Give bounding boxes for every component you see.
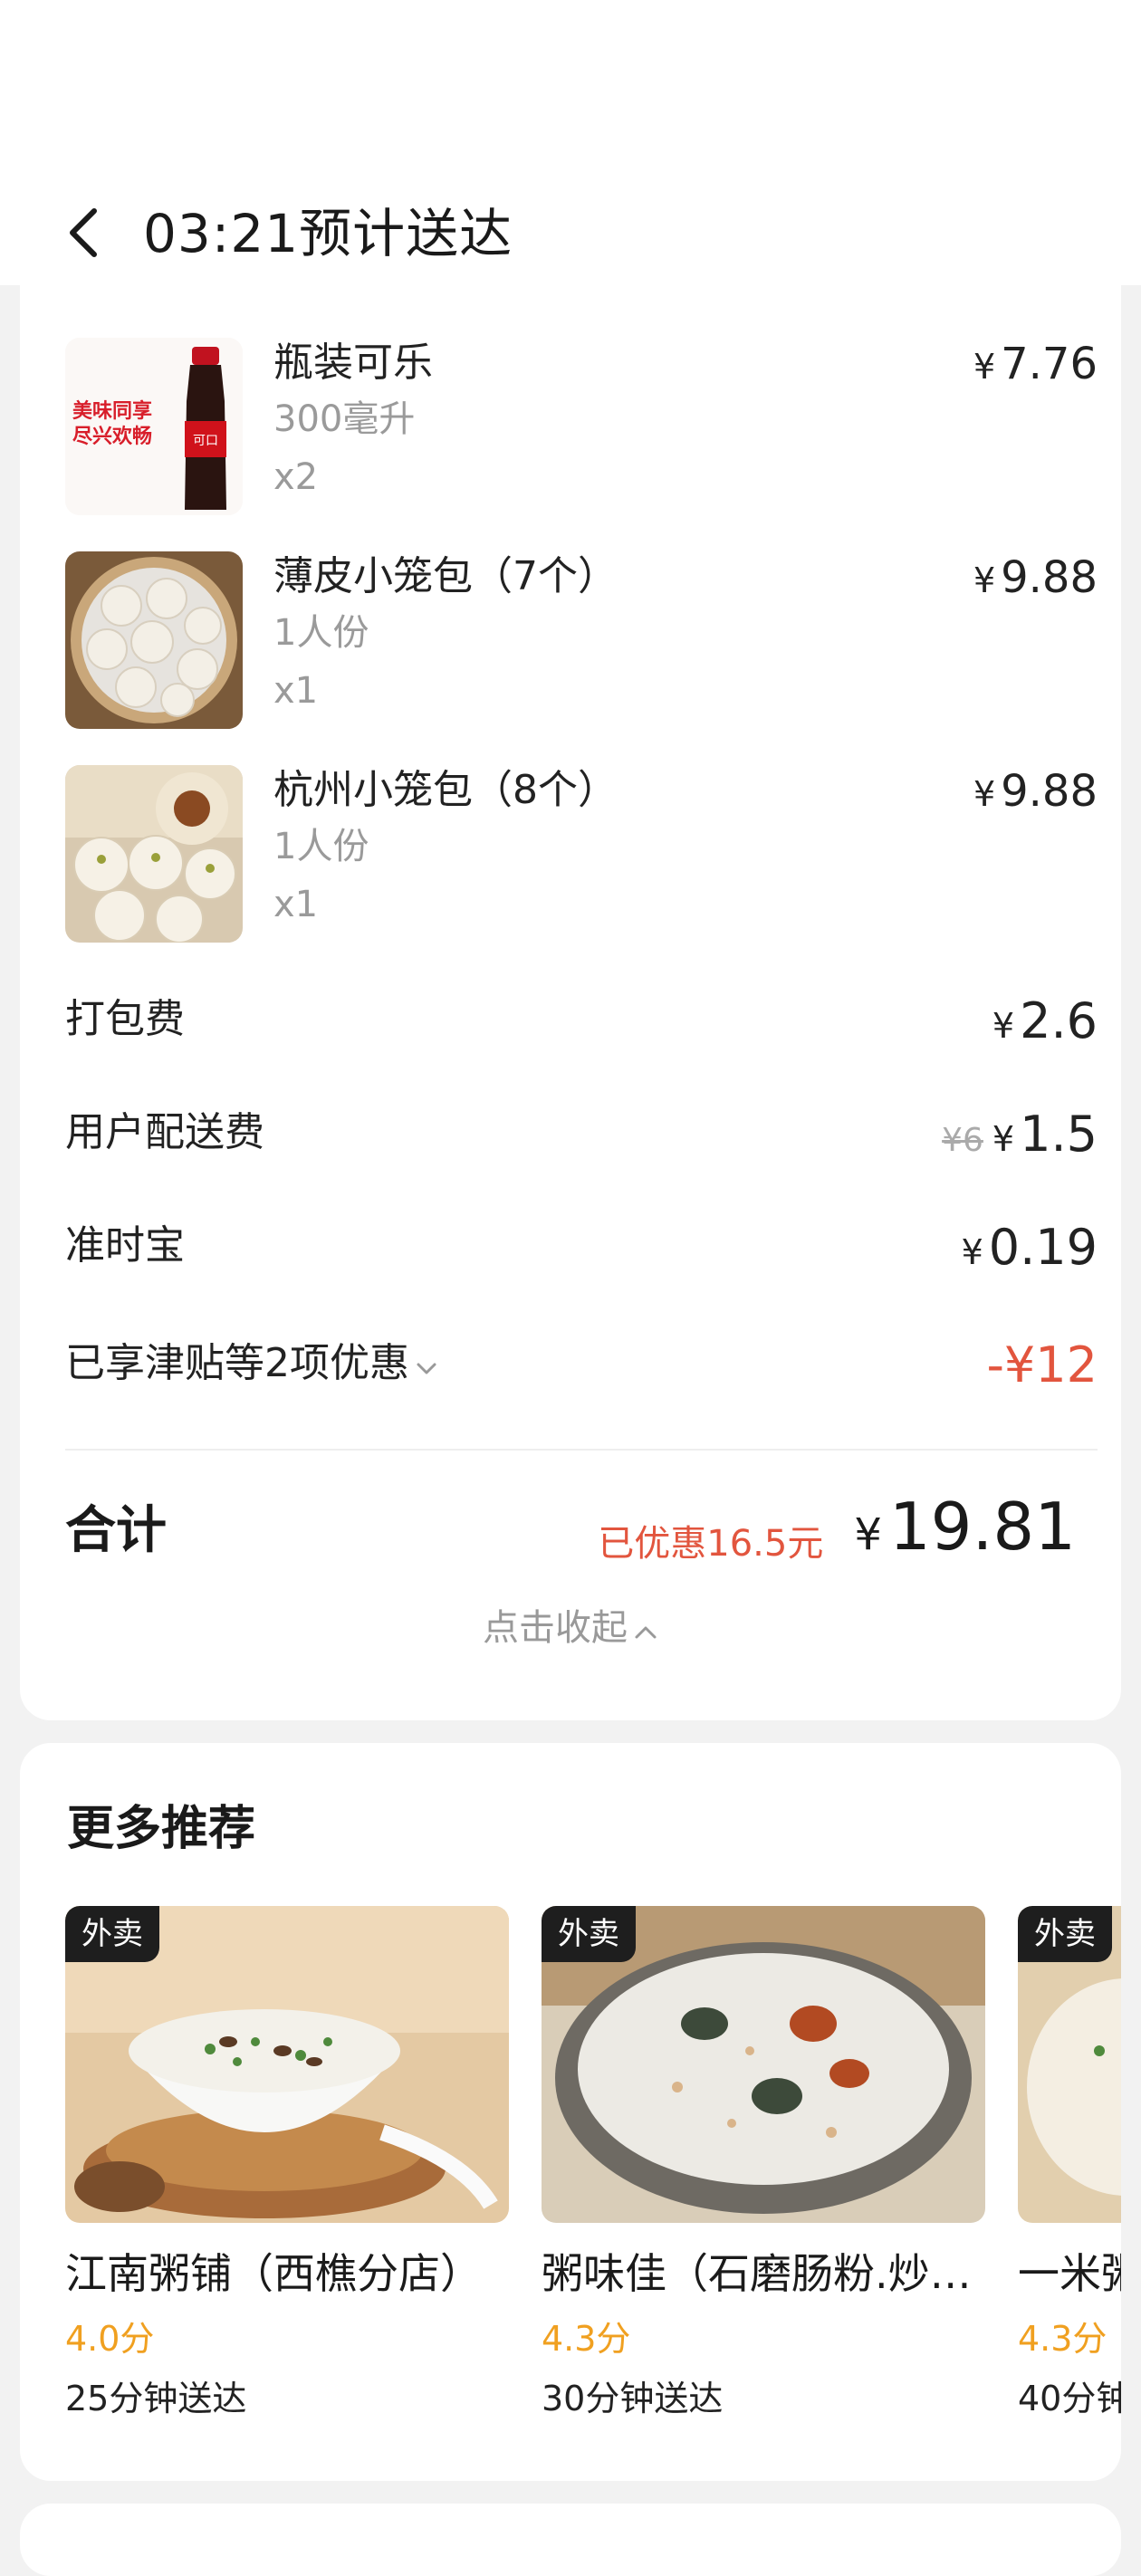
item-price: ¥7.76 [973,338,1098,393]
fee-label: 准时宝 [65,1222,185,1269]
chevron-down-icon [415,1337,438,1393]
takeout-tag: 外卖 [542,1906,636,1962]
store-rating: 4.0分 [65,2319,155,2359]
status-bar [0,0,1141,181]
xiaolongbao-steamer-image [65,551,243,729]
century-egg-congee-image: 外卖 [542,1906,985,2223]
back-arrow-icon [70,208,97,257]
congee-bowl-image: 外卖 [65,1906,509,2223]
ontime-guarantee-row: 准时宝 ¥0.19 [65,1218,1098,1281]
page-title: 03:21预计送达 [143,203,513,264]
store-rating: 4.3分 [542,2319,631,2359]
item-quantity: x1 [273,884,319,925]
item-quantity: x2 [273,456,319,498]
congee-bowl-image: 外卖 [1018,1906,1121,2223]
delivery-time: 40分钟送达 [1018,2379,1121,2418]
fee-label: 用户配送费 [65,1109,264,1155]
next-section-card [20,2504,1121,2576]
discount-label[interactable]: 已享津贴等2项优惠 [65,1336,438,1393]
fee-value: ¥2.6 [992,992,1098,1049]
total-price: ¥19.81 [854,1489,1076,1565]
currency-symbol: ¥ [992,1006,1015,1046]
item-spec: 1人份 [273,612,369,654]
cola-bottle-image: 可口 美味同享 尽兴欢畅 [65,338,243,515]
currency-symbol: ¥ [854,1509,882,1560]
currency-symbol: ¥ [992,1119,1015,1159]
collapse-button[interactable]: 点击收起 [20,1603,1121,1655]
item-price: ¥9.88 [973,765,1098,820]
item-spec: 1人份 [273,826,369,867]
currency-symbol: ¥ [973,347,996,387]
store-name: 一米粥 [1018,2249,1121,2298]
svg-text:尽兴欢畅: 尽兴欢畅 [72,425,152,448]
item-price-value: 9.88 [1001,766,1098,817]
item-name: 薄皮小笼包（7个） [273,553,618,599]
fee-label: 打包费 [65,996,185,1042]
store-card[interactable]: 外卖 江南粥铺（西樵分店） 4.0分 25分钟送达 [65,1906,509,2449]
item-name: 瓶装可乐 [273,340,433,386]
store-card[interactable]: 外卖 一米粥 4.3分 40分钟送达 [1018,1906,1121,2449]
item-price-value: 9.88 [1001,552,1098,603]
currency-symbol: ¥ [961,1232,983,1272]
divider [65,1449,1098,1451]
discount-value: -¥12 [986,1336,1098,1393]
currency-symbol: ¥ [973,560,996,600]
original-price: ¥6 [942,1122,983,1159]
svg-text:美味同享: 美味同享 [72,399,152,423]
item-name: 杭州小笼包（8个） [273,767,618,813]
delivery-time: 25分钟送达 [65,2379,247,2418]
recommendation-carousel[interactable]: 外卖 江南粥铺（西樵分店） 4.0分 25分钟送达 外卖 粥味佳（石磨肠粉.炒粉… [65,1906,1121,2467]
order-summary-card: 可口 美味同享 尽兴欢畅 瓶装可乐 300毫升 x2 ¥7.76 薄皮小笼包（7 [20,267,1121,1720]
section-title: 更多推荐 [67,1802,256,1856]
fee-value: ¥0.19 [961,1219,1098,1276]
store-name: 江南粥铺（西樵分店） [65,2249,482,2298]
saved-amount: 已优惠16.5元 [598,1523,824,1565]
delivery-time: 30分钟送达 [542,2379,724,2418]
total-label: 合计 [65,1501,167,1560]
packaging-fee-row: 打包费 ¥2.6 [65,991,1098,1055]
recommendations-card: 更多推荐 外卖 江南粥铺（西樵分店） 4.0分 25分钟送达 外卖 粥味佳（石磨… [20,1743,1121,2481]
hangzhou-buns-image [65,765,243,943]
item-price: ¥9.88 [973,551,1098,607]
chevron-up-icon [633,1604,658,1655]
store-rating: 4.3分 [1018,2319,1107,2359]
currency-symbol: ¥ [973,774,996,814]
back-button[interactable] [56,201,110,264]
total-summary: 已优惠16.5元 ¥19.81 [598,1490,1076,1571]
takeout-tag: 外卖 [1018,1906,1112,1962]
svg-text:可口: 可口 [193,434,218,448]
item-price-value: 7.76 [1001,339,1098,389]
item-quantity: x1 [273,670,319,712]
delivery-fee-row: 用户配送费 ¥6 ¥1.5 [65,1105,1098,1168]
takeout-tag: 外卖 [65,1906,159,1962]
fee-value: ¥6 ¥1.5 [942,1106,1098,1163]
store-name: 粥味佳（石磨肠粉.炒粉面） [542,2249,994,2298]
item-spec: 300毫升 [273,398,416,440]
order-item[interactable]: 可口 美味同享 尽兴欢畅 瓶装可乐 300毫升 x2 ¥7.76 [65,338,1098,519]
order-item[interactable]: 薄皮小笼包（7个） 1人份 x1 ¥9.88 [65,551,1098,733]
store-card[interactable]: 外卖 粥味佳（石磨肠粉.炒粉面） 4.3分 30分钟送达 [542,1906,994,2449]
discount-row[interactable]: 已享津贴等2项优惠 -¥12 [65,1336,1098,1399]
order-item[interactable]: 杭州小笼包（8个） 1人份 x1 ¥9.88 [65,765,1098,946]
